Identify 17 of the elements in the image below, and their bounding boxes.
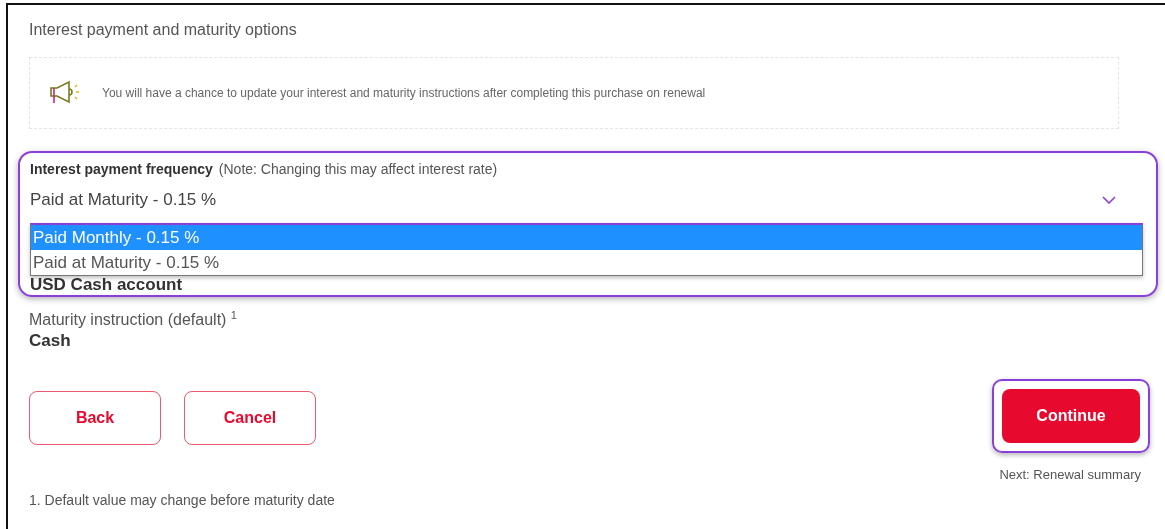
footnote: 1. Default value may change before maturity date [29, 492, 336, 509]
dropdown-option[interactable]: Paid Monthly - 0.15 % [31, 225, 1142, 250]
field-note: (Note: Changing this may affect interest rate) [218, 161, 498, 177]
megaphone-icon [48, 80, 82, 106]
frequency-select[interactable]: Paid at Maturity - 0.15 % [30, 190, 1130, 210]
account-value: USD Cash account [30, 276, 184, 294]
next-step-hint: Next: Renewal summary [999, 467, 1141, 483]
dropdown-option[interactable]: Paid at Maturity - 0.15 % [31, 250, 1142, 275]
chevron-down-icon [1102, 196, 1116, 204]
field-label: Interest payment frequency [30, 161, 213, 177]
continue-button[interactable]: Continue [1002, 389, 1140, 444]
notice-text: You will have a chance to update your interest and maturity instructions after completing this purchase on renewal [102, 86, 706, 100]
secondary-button[interactable]: Cancel [184, 391, 316, 446]
secondary-button[interactable]: Back [29, 391, 161, 446]
section-title: Interest payment and maturity options [29, 21, 298, 39]
field-value: Cash [29, 331, 72, 352]
field-label: Maturity instruction (default) $^{1}$ [29, 309, 238, 330]
